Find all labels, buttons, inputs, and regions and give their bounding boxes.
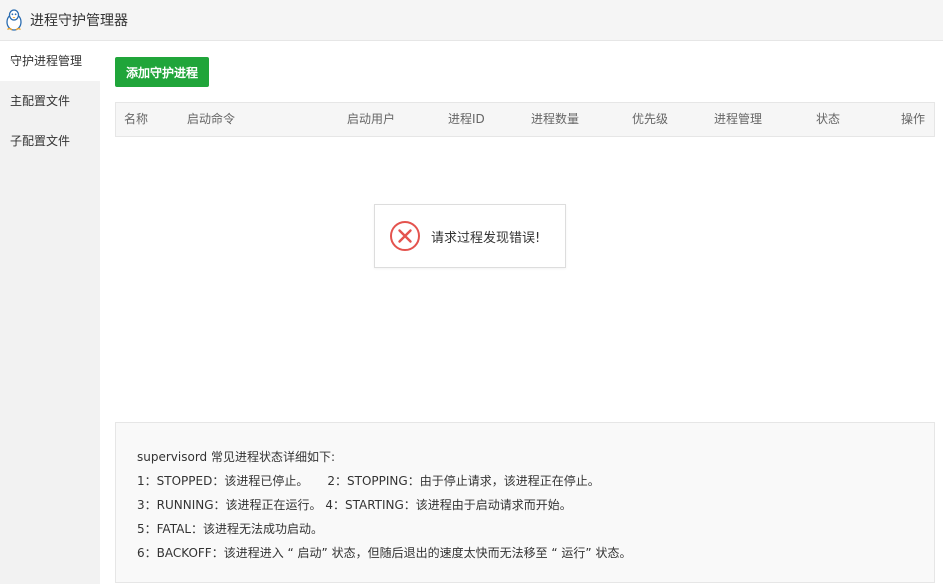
column-header-priority: 优先级	[632, 112, 669, 126]
info-line: 1：STOPPED：该进程已停止。 2：STOPPING：由于停止请求，该进程正…	[137, 474, 600, 488]
info-line: 3：RUNNING：该进程正在运行。 4：STARTING：该进程由于启动请求而…	[137, 498, 572, 512]
title-bar: 进程守护管理器	[0, 0, 943, 41]
main-panel: 添加守护进程 名称 启动命令 启动用户 进程ID 进程数量 优先级 进程管理 状…	[100, 41, 943, 584]
column-header-command: 启动命令	[187, 112, 236, 126]
status-info-panel: supervisord 常见进程状态详细如下: 1：STOPPED：该进程已停止…	[115, 422, 935, 583]
sidebar: 守护进程管理 主配置文件 子配置文件	[0, 41, 100, 584]
add-daemon-button[interactable]: 添加守护进程	[115, 57, 209, 87]
sidebar-item-sub-config[interactable]: 子配置文件	[0, 121, 100, 161]
column-header-actions: 操作	[901, 112, 926, 126]
sidebar-item-daemon-management[interactable]: 守护进程管理	[0, 41, 100, 81]
info-line: supervisord 常见进程状态详细如下:	[137, 450, 336, 464]
column-header-user: 启动用户	[347, 112, 396, 126]
sidebar-item-main-config[interactable]: 主配置文件	[0, 81, 100, 121]
penguin-icon	[4, 9, 24, 31]
table-header: 名称 启动命令 启动用户 进程ID 进程数量 优先级 进程管理 状态 操作	[115, 102, 935, 137]
info-line: 5：FATAL：该进程无法成功启动。	[137, 522, 324, 536]
column-header-name: 名称	[124, 112, 149, 126]
column-header-pid: 进程ID	[448, 112, 485, 126]
column-header-process-count: 进程数量	[531, 112, 580, 126]
error-x-icon	[389, 220, 421, 252]
column-header-status: 状态	[816, 112, 841, 126]
error-message-box: 请求过程发现错误!	[374, 204, 566, 268]
error-message-text: 请求过程发现错误!	[431, 230, 541, 246]
app-title: 进程守护管理器	[30, 13, 128, 29]
info-line: 6：BACKOFF：该进程进入 “ 启动” 状态，但随后退出的速度太快而无法移至…	[137, 546, 632, 560]
column-header-process-management: 进程管理	[714, 112, 763, 126]
